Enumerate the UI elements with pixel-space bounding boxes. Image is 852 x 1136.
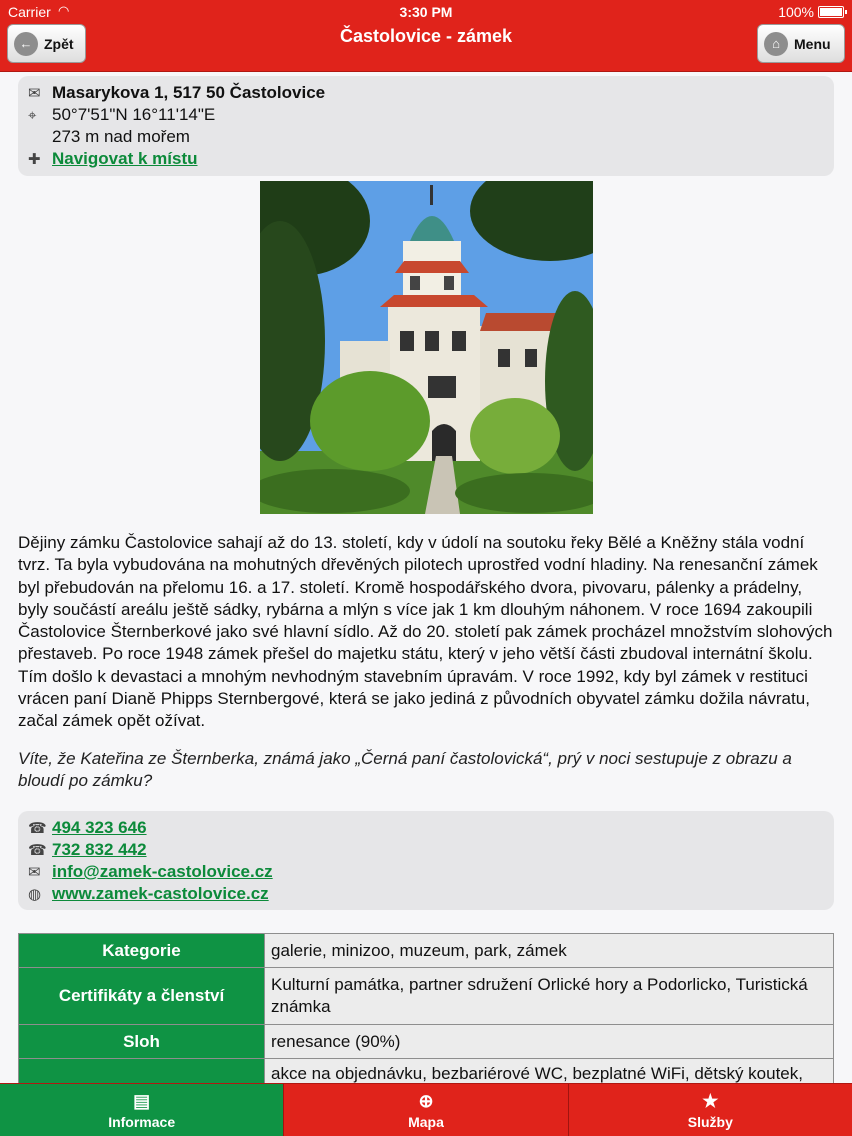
tab-label: Informace [108, 1113, 176, 1130]
envelope-icon: ✉ [28, 864, 41, 881]
phone1-link[interactable]: 494 323 646 [52, 818, 147, 838]
home-icon: ⌂ [764, 31, 788, 56]
navigate-line: ✚ Navigovat k místu [28, 148, 824, 170]
gps-line: ⌖ 50°7'51"N 16°11'14"E [28, 104, 824, 126]
tab-bar: ▤ Informace ⊕ Mapa ★ Služby [0, 1083, 852, 1136]
header-bar: Carrier ◠ 3:30 PM 100% ← Zpět Častolovic… [0, 0, 852, 72]
phone1-line: ☎ 494 323 646 [28, 817, 824, 839]
status-bar: Carrier ◠ 3:30 PM 100% [0, 0, 852, 24]
address-card: ✉ Masarykova 1, 517 50 Častolovice ⌖ 50°… [18, 76, 834, 176]
content-scroll[interactable]: ✉ Masarykova 1, 517 50 Častolovice ⌖ 50°… [0, 73, 852, 1083]
altitude-line: 273 m nad mořem [28, 126, 824, 148]
signpost-icon: ✚ [28, 151, 41, 168]
tab-mapa[interactable]: ⊕ Mapa [284, 1084, 569, 1136]
clock: 3:30 PM [399, 4, 453, 20]
table-key: Sloh [18, 1024, 265, 1059]
altitude-spacer [28, 126, 52, 148]
menu-button[interactable]: ⌂ Menu [757, 24, 845, 63]
table-row: Kategorie galerie, minizoo, muzeum, park… [18, 933, 834, 968]
menu-label: Menu [794, 35, 831, 52]
address-text: Masarykova 1, 517 50 Častolovice [52, 83, 326, 102]
fun-fact-text: Víte, že Kateřina ze Šternberka, známá j… [18, 749, 792, 791]
info-table: Kategorie galerie, minizoo, muzeum, park… [18, 933, 834, 1083]
tab-sluzby[interactable]: ★ Služby [569, 1084, 852, 1136]
tab-label: Mapa [408, 1113, 444, 1130]
table-value: renesance (90%) [264, 1024, 834, 1059]
globe-icon: ◍ [28, 886, 42, 903]
table-row: akce na objednávku, bezbariérové WC, bez… [18, 1058, 834, 1083]
tab-informace[interactable]: ▤ Informace [0, 1084, 285, 1136]
table-value: galerie, minizoo, muzeum, park, zámek [264, 933, 834, 968]
gps-text: 50°7'51"N 16°11'14"E [52, 105, 216, 124]
screen: Carrier ◠ 3:30 PM 100% ← Zpět Častolovic… [0, 0, 852, 1136]
castle-illustration [260, 181, 593, 514]
envelope-icon: ✉ [28, 85, 41, 102]
star-icon: ★ [702, 1091, 719, 1111]
tab-label: Služby [687, 1113, 733, 1130]
table-key: Kategorie [18, 933, 265, 968]
battery-icon [818, 6, 847, 18]
table-row: Certifikáty a členství Kulturní památka,… [18, 967, 834, 1025]
contact-card: ☎ 494 323 646 ☎ 732 832 442 ✉ info@zamek… [18, 811, 834, 910]
navigate-link[interactable]: Navigovat k místu [52, 149, 198, 169]
document-icon: ▤ [133, 1091, 151, 1111]
table-row: Sloh renesance (90%) [18, 1024, 834, 1059]
battery-percent: 100% [778, 4, 814, 20]
castle-photo [260, 181, 593, 514]
web-link[interactable]: www.zamek-castolovice.cz [52, 884, 269, 904]
phone-icon: ☎ [28, 842, 47, 859]
address-line: ✉ Masarykova 1, 517 50 Častolovice [28, 82, 824, 104]
table-key [18, 1058, 265, 1083]
globe-icon: ⊕ [418, 1091, 434, 1111]
phone-icon: ☎ [28, 820, 47, 837]
email-link[interactable]: info@zamek-castolovice.cz [52, 862, 273, 882]
table-value: Kulturní památka, partner sdružení Orlic… [264, 967, 834, 1025]
phone2-line: ☎ 732 832 442 [28, 839, 824, 861]
web-line: ◍ www.zamek-castolovice.cz [28, 883, 824, 905]
table-key: Certifikáty a členství [18, 967, 265, 1025]
crosshair-icon: ⌖ [28, 106, 37, 124]
email-line: ✉ info@zamek-castolovice.cz [28, 861, 824, 883]
phone2-link[interactable]: 732 832 442 [52, 840, 147, 860]
altitude-text: 273 m nad mořem [52, 127, 190, 146]
page-title: Častolovice - zámek [339, 26, 513, 46]
table-value: akce na objednávku, bezbariérové WC, bez… [264, 1058, 834, 1083]
description-text: Dějiny zámku Častolovice sahají až do 13… [18, 533, 833, 731]
